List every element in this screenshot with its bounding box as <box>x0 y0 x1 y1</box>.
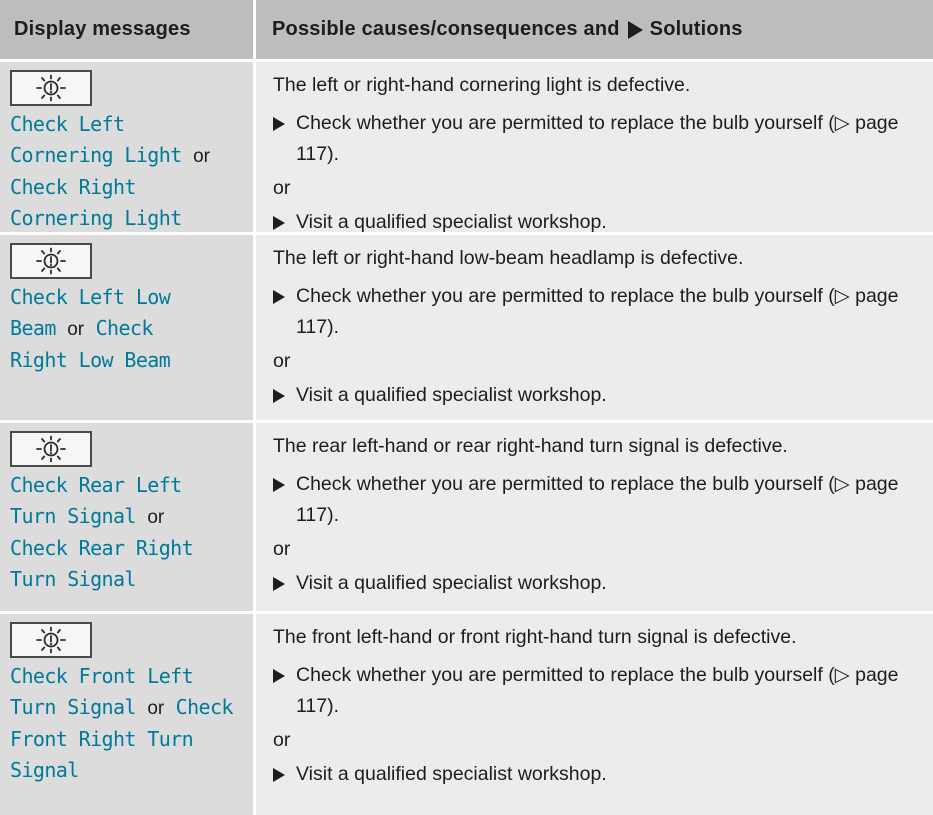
table-row: Check Front Left Turn Signal or Check Fr… <box>0 614 933 815</box>
bulb-failure-warning-icon <box>10 70 92 106</box>
solution-step: Visit a qualified specialist workshop. <box>273 207 923 238</box>
step-arrow-icon <box>273 768 285 782</box>
causes-solutions-cell: The left or right-hand cornering light i… <box>256 62 933 233</box>
step-text: Visit a qualified specialist workshop. <box>296 763 607 785</box>
header-causes-solutions: Possible causes/consequences and Solutio… <box>256 0 933 59</box>
bulb-failure-warning-icon <box>10 243 92 279</box>
step-text: Check whether you are permitted to repla… <box>296 664 899 717</box>
display-message-text: Check Rear Left Turn Signal or Check Rea… <box>10 470 230 595</box>
bulb-failure-warning-icon <box>10 622 92 658</box>
cause-text: The left or right-hand low-beam headlamp… <box>273 247 744 269</box>
or-text: or <box>273 350 291 372</box>
step-text: Visit a qualified specialist workshop. <box>296 384 607 406</box>
causes-solutions-cell: The front left-hand or front right-hand … <box>256 614 933 815</box>
step-arrow-icon <box>273 577 285 591</box>
header-solutions-label: Solutions <box>649 18 743 40</box>
step-text: Visit a qualified specialist workshop. <box>296 572 607 594</box>
table-row: Check Left Low Beam or Check Right Low B… <box>0 235 933 423</box>
display-message-cell: Check Rear Left Turn Signal or Check Rea… <box>0 423 256 611</box>
or-connector: or <box>147 507 165 528</box>
table-header: Display messages Possible causes/consequ… <box>0 0 933 62</box>
step-arrow-icon <box>273 117 285 131</box>
display-message-text: Check Front Left Turn Signal or Check Fr… <box>10 661 246 786</box>
or-text: or <box>273 538 291 560</box>
solution-step: Visit a qualified specialist workshop. <box>273 759 923 790</box>
message-right: Check Rear Right Turn Signal <box>10 536 194 591</box>
cause-text: The front left-hand or front right-hand … <box>273 626 797 648</box>
cause-text: The rear left-hand or rear right-hand tu… <box>273 435 788 457</box>
cause-text: The left or right-hand cornering light i… <box>273 74 691 96</box>
message-left: Check Front Left Turn Signal <box>10 664 194 719</box>
table-row: Check Left Cornering Light or Check Righ… <box>0 62 933 235</box>
step-arrow-icon <box>273 216 285 230</box>
solution-step: Check whether you are permitted to repla… <box>273 108 923 170</box>
solution-arrow-icon <box>627 20 643 39</box>
solution-step: Check whether you are permitted to repla… <box>273 469 923 531</box>
bulb-failure-warning-icon <box>10 431 92 467</box>
or-text: or <box>273 177 291 199</box>
step-arrow-icon <box>273 290 285 304</box>
solution-step: Check whether you are permitted to repla… <box>273 281 923 343</box>
solution-step: Check whether you are permitted to repla… <box>273 660 923 722</box>
or-connector: or <box>67 319 85 340</box>
or-connector: or <box>147 698 165 719</box>
message-right: Check Right Cornering Light <box>10 175 182 230</box>
causes-solutions-cell: The left or right-hand low-beam headlamp… <box>256 235 933 420</box>
header-causes-label: Possible causes/consequences and <box>272 18 620 40</box>
step-arrow-icon <box>273 478 285 492</box>
step-arrow-icon <box>273 669 285 683</box>
step-text: Check whether you are permitted to repla… <box>296 285 899 338</box>
table-row: Check Rear Left Turn Signal or Check Rea… <box>0 423 933 614</box>
step-text: Check whether you are permitted to repla… <box>296 473 899 526</box>
display-messages-table: Display messages Possible causes/consequ… <box>0 0 933 815</box>
solution-step: Visit a qualified specialist workshop. <box>273 380 923 411</box>
or-connector: or <box>193 146 210 167</box>
solution-step: Visit a qualified specialist workshop. <box>273 568 923 599</box>
display-message-cell: Check Front Left Turn Signal or Check Fr… <box>0 614 256 815</box>
step-text: Check whether you are permitted to repla… <box>296 112 899 165</box>
step-text: Visit a qualified specialist workshop. <box>296 211 607 233</box>
or-text: or <box>273 729 291 751</box>
header-display-messages: Display messages <box>0 0 256 59</box>
display-message-cell: Check Left Low Beam or Check Right Low B… <box>0 235 256 420</box>
causes-solutions-cell: The rear left-hand or rear right-hand tu… <box>256 423 933 611</box>
message-left: Check Left Cornering Light <box>10 112 182 167</box>
display-message-text: Check Left Low Beam or Check Right Low B… <box>10 282 210 376</box>
display-message-cell: Check Left Cornering Light or Check Righ… <box>0 62 256 232</box>
step-arrow-icon <box>273 389 285 403</box>
display-message-text: Check Left Cornering Light or Check Righ… <box>10 109 238 234</box>
